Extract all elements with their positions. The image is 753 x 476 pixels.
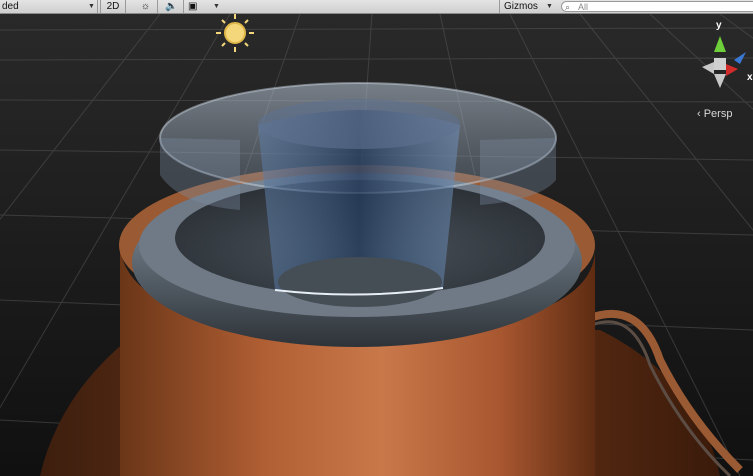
scene-viewport[interactable]: ded ▼ 2D ☼ 🔈 ▣ ▼ Gizmos ▼ ⌕ All y x ‹ Pe… — [0, 0, 753, 476]
neg-x-axis-cone-icon — [702, 62, 714, 74]
shading-mode-dropdown[interactable]: ded ▼ — [0, 0, 98, 13]
scene-toolbar: ded ▼ 2D ☼ 🔈 ▣ ▼ Gizmos ▼ ⌕ All — [0, 0, 753, 14]
scene-audio-toggle[interactable]: 🔈 — [160, 0, 184, 13]
scene-render[interactable] — [0, 0, 753, 476]
search-placeholder: All — [578, 2, 589, 12]
image-icon: ▣ — [188, 1, 198, 12]
sun-icon: ☼ — [140, 1, 151, 12]
speaker-icon: 🔈 — [165, 1, 178, 12]
gizmos-dropdown[interactable]: Gizmos ▼ — [499, 0, 554, 13]
shading-mode-label: ded — [2, 1, 19, 12]
gizmos-label: Gizmos — [504, 1, 538, 12]
z-axis-cone-icon — [734, 52, 746, 64]
neg-y-axis-cone-icon — [714, 74, 726, 88]
scene-effects-dropdown[interactable]: ▣ ▼ — [188, 0, 220, 13]
dropdown-caret-icon: ▼ — [546, 3, 553, 10]
center-cube-icon — [714, 58, 726, 70]
y-axis-cone-icon — [714, 36, 726, 52]
dropdown-caret-icon: ▼ — [88, 3, 95, 10]
dropdown-caret-icon: ▼ — [213, 3, 220, 10]
x-axis-label: x — [747, 72, 753, 83]
orientation-gizmo[interactable]: y x — [690, 20, 753, 97]
2d-toggle-button[interactable]: 2D — [100, 0, 126, 13]
search-icon: ⌕ — [565, 2, 571, 12]
x-axis-cone-icon — [726, 64, 738, 76]
hierarchy-search-input[interactable]: ⌕ All — [561, 1, 753, 12]
projection-label[interactable]: ‹ Persp — [697, 108, 732, 120]
scene-lighting-toggle[interactable]: ☼ — [134, 0, 158, 13]
y-axis-label: y — [716, 20, 722, 31]
